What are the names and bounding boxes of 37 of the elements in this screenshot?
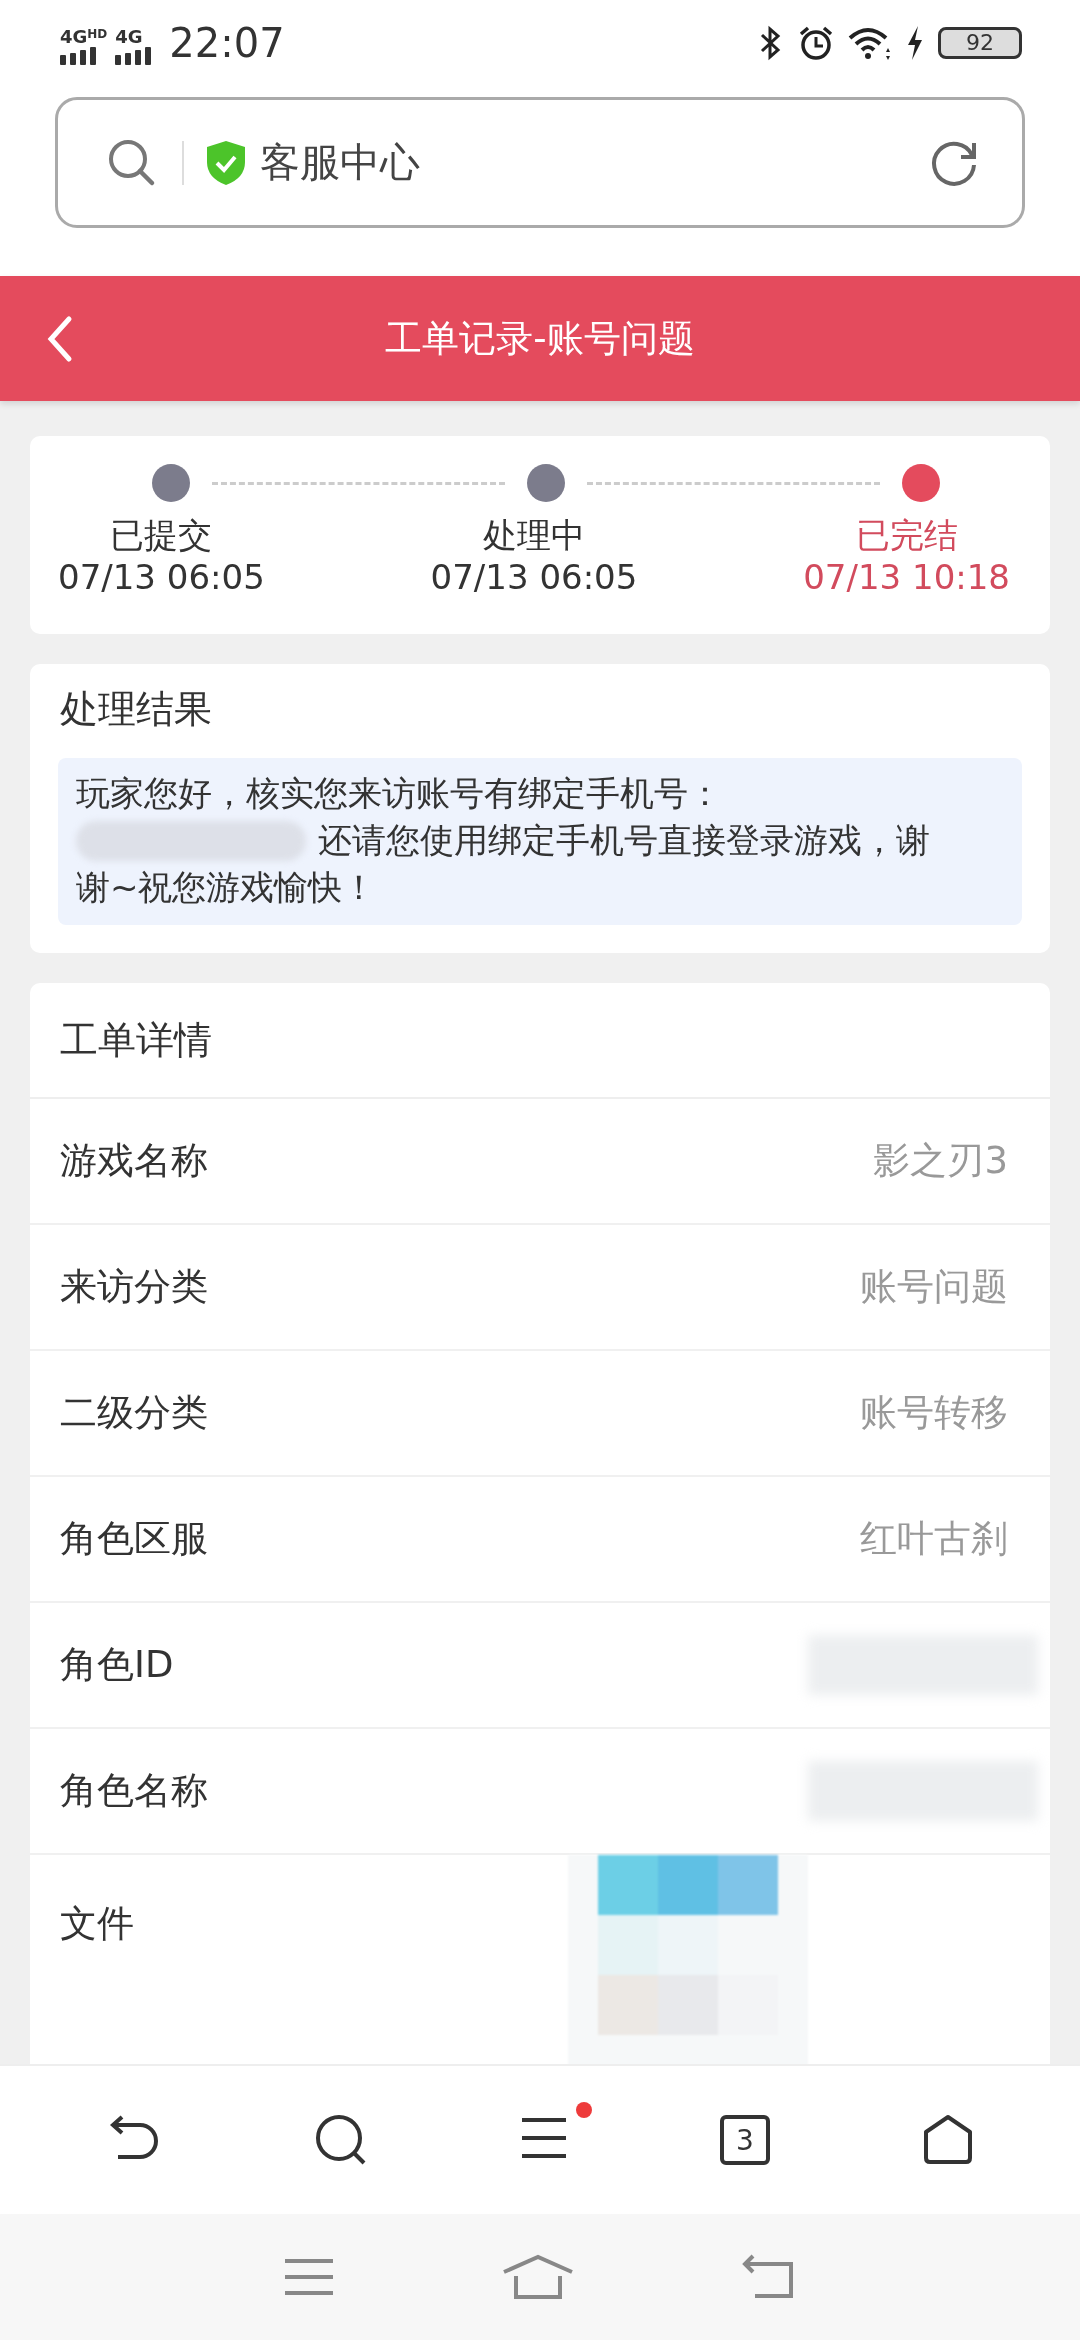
field-label: 二级分类 [60,1390,208,1436]
message-text: 玩家您好，核实您来访账号有绑定手机号： [76,772,722,815]
field-label: 角色区服 [60,1516,208,1562]
step-time: 07/13 06:05 [430,556,638,598]
alarm-icon [798,25,834,61]
field-label: 来访分类 [60,1264,208,1310]
field-value: 账号问题 [860,1264,1008,1310]
home-icon[interactable] [922,2114,974,2166]
battery-level: 92 [966,31,994,55]
field-value: 红叶古刹 [860,1516,1008,1562]
network-label: 4G [60,27,88,47]
menu-icon[interactable] [520,2116,568,2160]
clock-time: 22:07 [169,21,285,65]
field-value: 账号转移 [860,1390,1008,1436]
message-text: 还请您使用绑定手机号直接登录游戏，谢 [318,819,930,862]
network-hd-label: HD [87,27,108,41]
address-bar[interactable]: 客服中心 [55,97,1025,228]
search-icon[interactable] [314,2113,368,2167]
step-label: 处理中 [483,514,585,556]
page-title: 客服中心 [260,138,421,187]
network-label: 4G [115,27,143,47]
section-title: 处理结果 [59,686,213,733]
wifi-icon [848,26,892,60]
step-label: 已提交 [110,514,213,556]
step-time: 07/13 06:05 [58,556,265,598]
step-label: 已完结 [855,514,958,556]
field-label: 文件 [60,1901,134,1947]
field-value: 影之刃3 [873,1138,1008,1184]
field-label: 游戏名称 [60,1138,208,1184]
section-title: 工单详情 [30,983,1050,1099]
step-time: 07/13 10:18 [803,556,1010,598]
field-label: 角色ID [60,1642,174,1688]
header-title: 工单记录-账号问题 [385,315,695,362]
message-text: 谢~祝您游戏愉快！ [76,866,377,909]
charging-icon [906,26,924,60]
tabs-button[interactable]: 3 [720,2115,770,2165]
field-label: 角色名称 [60,1768,208,1814]
